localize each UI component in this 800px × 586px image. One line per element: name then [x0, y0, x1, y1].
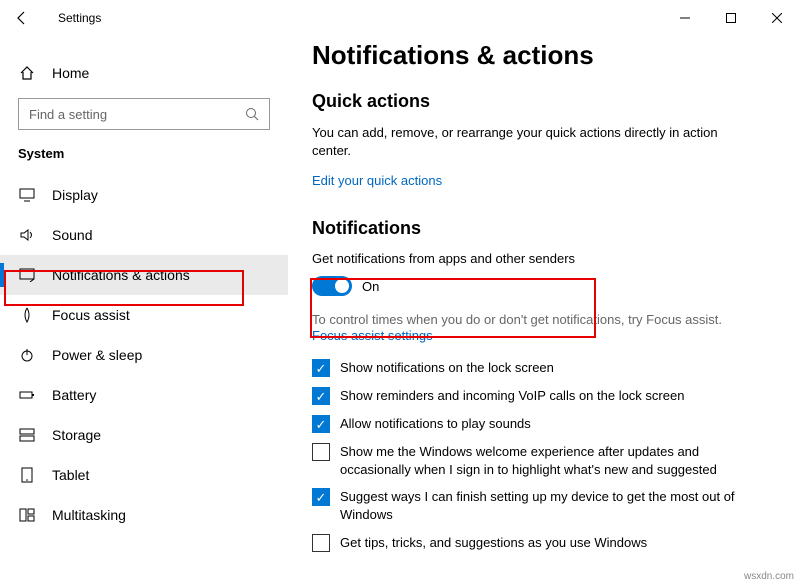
sidebar-item-label: Multitasking	[52, 507, 126, 523]
sidebar-item-focus-assist[interactable]: Focus assist	[0, 295, 288, 335]
close-icon	[772, 13, 782, 23]
option-play-sounds[interactable]: ✓ Allow notifications to play sounds	[312, 415, 752, 433]
sidebar-item-tablet[interactable]: Tablet	[0, 455, 288, 495]
tablet-icon	[18, 466, 36, 484]
sidebar-item-label: Display	[52, 187, 98, 203]
notifications-heading: Notifications	[312, 218, 776, 239]
checkbox-icon: ✓	[312, 359, 330, 377]
back-button[interactable]	[0, 0, 44, 36]
sidebar-item-storage[interactable]: Storage	[0, 415, 288, 455]
content-pane: Notifications & actions Quick actions Yo…	[288, 36, 800, 586]
sidebar-item-display[interactable]: Display	[0, 175, 288, 215]
option-label: Show notifications on the lock screen	[340, 359, 554, 377]
checkbox-icon: ✓	[312, 387, 330, 405]
sidebar-item-label: Notifications & actions	[52, 267, 190, 283]
sidebar-home-label: Home	[52, 65, 89, 81]
option-label: Allow notifications to play sounds	[340, 415, 531, 433]
multitasking-icon	[18, 506, 36, 524]
display-icon	[18, 186, 36, 204]
notification-options: ✓ Show notifications on the lock screen …	[312, 359, 776, 551]
quick-actions-desc: You can add, remove, or rearrange your q…	[312, 124, 742, 160]
page-title: Notifications & actions	[312, 40, 776, 71]
sidebar-home[interactable]: Home	[0, 58, 288, 88]
toggle-label: Get notifications from apps and other se…	[312, 251, 776, 266]
title-bar: Settings	[0, 0, 800, 36]
search-input[interactable]: Find a setting	[18, 98, 270, 130]
maximize-button[interactable]	[708, 2, 754, 34]
option-label: Suggest ways I can finish setting up my …	[340, 488, 752, 523]
sidebar-item-battery[interactable]: Battery	[0, 375, 288, 415]
sidebar-item-label: Sound	[52, 227, 92, 243]
window-title: Settings	[58, 11, 101, 25]
sidebar-category: System	[0, 146, 288, 161]
power-icon	[18, 346, 36, 364]
option-tips-tricks[interactable]: Get tips, tricks, and suggestions as you…	[312, 534, 752, 552]
sidebar-item-label: Power & sleep	[52, 347, 142, 363]
sidebar-item-label: Battery	[52, 387, 96, 403]
option-welcome-experience[interactable]: Show me the Windows welcome experience a…	[312, 443, 752, 478]
checkbox-icon	[312, 534, 330, 552]
checkbox-icon	[312, 443, 330, 461]
sidebar-item-label: Focus assist	[52, 307, 130, 323]
checkbox-icon: ✓	[312, 415, 330, 433]
sidebar-item-multitasking[interactable]: Multitasking	[0, 495, 288, 535]
sidebar-item-label: Tablet	[52, 467, 89, 483]
sidebar-item-power-sleep[interactable]: Power & sleep	[0, 335, 288, 375]
watermark: wsxdn.com	[744, 571, 794, 582]
battery-icon	[18, 386, 36, 404]
notifications-toggle[interactable]	[312, 276, 352, 296]
minimize-icon	[680, 13, 690, 23]
sidebar: Home Find a setting System Display Sound…	[0, 36, 288, 586]
option-label: Show me the Windows welcome experience a…	[340, 443, 752, 478]
window-controls	[662, 2, 800, 34]
focus-assist-icon	[18, 306, 36, 324]
search-icon	[245, 107, 259, 121]
quick-actions-heading: Quick actions	[312, 91, 776, 112]
focus-assist-desc: To control times when you do or don't ge…	[312, 312, 742, 327]
minimize-button[interactable]	[662, 2, 708, 34]
home-icon	[18, 64, 36, 82]
option-finish-setup[interactable]: ✓ Suggest ways I can finish setting up m…	[312, 488, 752, 523]
edit-quick-actions-link[interactable]: Edit your quick actions	[312, 173, 442, 188]
sidebar-item-label: Storage	[52, 427, 101, 443]
toggle-state: On	[362, 279, 379, 294]
notifications-icon	[18, 266, 36, 284]
option-reminders-voip[interactable]: ✓ Show reminders and incoming VoIP calls…	[312, 387, 752, 405]
sound-icon	[18, 226, 36, 244]
option-label: Show reminders and incoming VoIP calls o…	[340, 387, 684, 405]
focus-assist-link[interactable]: Focus assist settings	[312, 328, 433, 343]
option-label: Get tips, tricks, and suggestions as you…	[340, 534, 647, 552]
maximize-icon	[726, 13, 736, 23]
arrow-left-icon	[14, 10, 30, 26]
checkbox-icon: ✓	[312, 488, 330, 506]
storage-icon	[18, 426, 36, 444]
option-lock-screen[interactable]: ✓ Show notifications on the lock screen	[312, 359, 752, 377]
search-placeholder: Find a setting	[29, 107, 107, 122]
sidebar-item-sound[interactable]: Sound	[0, 215, 288, 255]
close-button[interactable]	[754, 2, 800, 34]
sidebar-item-notifications[interactable]: Notifications & actions	[0, 255, 288, 295]
